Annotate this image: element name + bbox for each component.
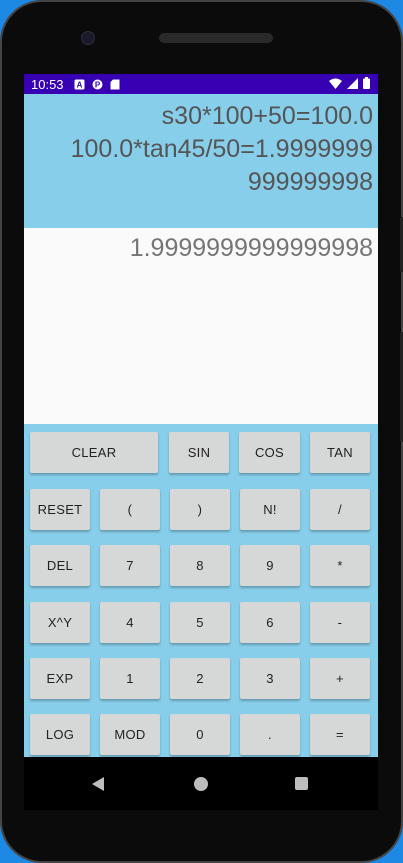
decimal-point-button[interactable]: . <box>240 714 300 755</box>
back-icon[interactable] <box>92 777 104 791</box>
status-bar: 10:53 A P <box>24 74 378 94</box>
digit-9-button[interactable]: 9 <box>240 545 300 586</box>
clear-button[interactable]: CLEAR <box>30 432 158 473</box>
navigation-bar <box>24 757 378 810</box>
phone-frame: 10:53 A P s30*100+50=100.0 100.0*tan45/5… <box>0 0 403 863</box>
earpiece-speaker <box>159 33 273 43</box>
history-line: 100.0*tan45/50=1.9999999 <box>70 135 373 163</box>
svg-text:A: A <box>76 80 82 89</box>
close-paren-button[interactable]: ) <box>170 489 230 530</box>
result-value: 1.9999999999999998 <box>129 234 373 262</box>
minus-button[interactable]: - <box>310 602 370 643</box>
digit-7-button[interactable]: 7 <box>100 545 160 586</box>
history-line: 999999998 <box>247 168 373 196</box>
recent-apps-icon[interactable] <box>295 777 308 790</box>
factorial-button[interactable]: N! <box>240 489 300 530</box>
digit-3-button[interactable]: 3 <box>240 658 300 699</box>
history-display: s30*100+50=100.0 100.0*tan45/50=1.999999… <box>24 94 378 228</box>
digit-5-button[interactable]: 5 <box>170 602 230 643</box>
reset-button[interactable]: RESET <box>30 489 90 530</box>
battery-icon <box>363 77 370 92</box>
history-line: s30*100+50=100.0 <box>161 102 373 130</box>
result-display: 1.9999999999999998 <box>24 228 378 424</box>
status-time: 10:53 <box>31 76 64 92</box>
digit-0-button[interactable]: 0 <box>170 714 230 755</box>
multiply-button[interactable]: * <box>310 545 370 586</box>
tan-button[interactable]: TAN <box>310 432 370 473</box>
wifi-icon <box>329 77 342 92</box>
home-icon[interactable] <box>194 777 208 791</box>
sin-button[interactable]: SIN <box>169 432 229 473</box>
digit-2-button[interactable]: 2 <box>170 658 230 699</box>
mod-button[interactable]: MOD <box>100 714 160 755</box>
power-button[interactable]: X^Y <box>30 602 90 643</box>
signal-icon <box>347 77 358 92</box>
keypad: CLEAR SIN COS TAN RESET ( ) N! / DEL 7 8… <box>24 424 378 757</box>
digit-8-button[interactable]: 8 <box>170 545 230 586</box>
sd-card-icon <box>110 79 121 90</box>
app-screen: 10:53 A P s30*100+50=100.0 100.0*tan45/5… <box>24 74 378 810</box>
cos-button[interactable]: COS <box>239 432 300 473</box>
delete-button[interactable]: DEL <box>30 545 90 586</box>
log-button[interactable]: LOG <box>30 714 90 755</box>
equals-button[interactable]: = <box>310 714 370 755</box>
divide-button[interactable]: / <box>310 489 370 530</box>
open-paren-button[interactable]: ( <box>100 489 160 530</box>
p-notification-icon: P <box>92 79 103 90</box>
front-camera <box>81 31 95 45</box>
svg-text:P: P <box>94 80 100 89</box>
a-notification-icon: A <box>74 79 85 90</box>
digit-6-button[interactable]: 6 <box>240 602 300 643</box>
plus-button[interactable]: + <box>310 658 370 699</box>
digit-4-button[interactable]: 4 <box>100 602 160 643</box>
exp-button[interactable]: EXP <box>30 658 90 699</box>
digit-1-button[interactable]: 1 <box>100 658 160 699</box>
